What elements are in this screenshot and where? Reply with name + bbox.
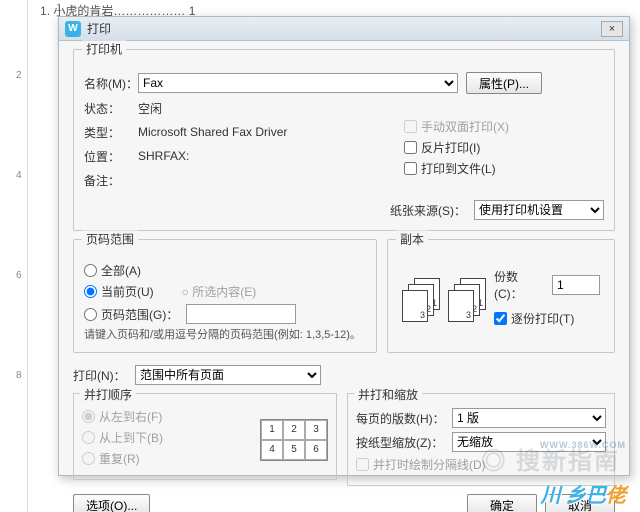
options-button[interactable]: 选项(O)... xyxy=(73,494,150,512)
label-print-scope: 打印(N)： xyxy=(73,367,135,384)
dialog-title: 打印 xyxy=(87,20,111,37)
chk-tofile[interactable]: 打印到文件(L) xyxy=(404,160,604,177)
chk-drawlines-input xyxy=(356,458,369,471)
group-range: 页码范围 全部(A) 当前页(U) ○ 所选内容(E) 页码范围(G)： 请键入… xyxy=(73,239,377,353)
order-keypad: 123 456 xyxy=(260,419,328,461)
close-button[interactable]: × xyxy=(601,21,623,37)
ok-button[interactable]: 确定 xyxy=(467,494,537,512)
properties-button[interactable]: 属性(P)... xyxy=(466,72,542,94)
chk-duplex-input[interactable] xyxy=(404,120,417,133)
label-all: 全部(A) xyxy=(101,262,141,279)
chk-collate[interactable]: 逐份打印(T) xyxy=(494,310,600,327)
watermark-url: WWW.386W.COM xyxy=(540,440,626,450)
radio-repeat xyxy=(82,452,95,465)
label-type: 类型： xyxy=(84,124,138,141)
label-copies: 份数(C)： xyxy=(494,268,544,302)
radio-all[interactable] xyxy=(84,264,97,277)
chk-duplex[interactable]: 手动双面打印(X) xyxy=(404,118,604,135)
per-sheet-select[interactable]: 1 版 xyxy=(452,408,606,428)
titlebar: W 打印 × xyxy=(59,17,629,41)
radio-selection: ○ 所选内容(E) xyxy=(182,283,257,300)
label-scale: 按纸型缩放(Z)： xyxy=(356,434,452,451)
label-current: 当前页(U) xyxy=(101,283,154,300)
collate-preview-2: 123 xyxy=(448,278,486,322)
label-pages: 页码范围(G)： xyxy=(101,306,178,323)
value-type: Microsoft Shared Fax Driver xyxy=(138,125,390,139)
pages-input[interactable] xyxy=(186,304,296,324)
label-where: 位置： xyxy=(84,148,138,165)
label-name: 名称(M)： xyxy=(84,75,138,92)
ruler-left: 2 4 6 8 xyxy=(18,0,28,512)
group-order: 并打顺序 从左到右(F) 从上到下(B) 重复(R) 123 456 xyxy=(73,393,337,480)
legend-printer: 打印机 xyxy=(82,41,126,58)
value-status: 空闲 xyxy=(138,100,390,117)
chk-invert-input[interactable] xyxy=(404,141,417,154)
paper-source-select[interactable]: 使用打印机设置 xyxy=(474,200,604,220)
radio-current[interactable] xyxy=(84,285,97,298)
app-icon: W xyxy=(65,21,81,37)
legend-copies: 副本 xyxy=(396,231,428,248)
chk-collate-input[interactable] xyxy=(494,312,507,325)
print-dialog: W 打印 × 打印机 名称(M)： Fax 属性(P)... 状态：空闲 xyxy=(58,16,630,476)
collate-preview-1: 123 xyxy=(402,278,440,322)
legend-range: 页码范围 xyxy=(82,231,138,248)
legend-scale: 并打和缩放 xyxy=(354,386,422,403)
range-hint: 请键入页码和/或用逗号分隔的页码范围(例如: 1,3,5-12)。 xyxy=(84,328,366,342)
group-copies: 副本 123 123 份数(C)： 逐 xyxy=(387,239,615,353)
radio-tb xyxy=(82,431,95,444)
label-per-sheet: 每页的版数(H)： xyxy=(356,410,452,427)
radio-lr xyxy=(82,410,95,423)
chk-invert[interactable]: 反片打印(I) xyxy=(404,139,604,156)
label-comment: 备注： xyxy=(84,172,138,189)
copies-input[interactable] xyxy=(552,275,600,295)
radio-pages[interactable] xyxy=(84,308,97,321)
cancel-button[interactable]: 取消 xyxy=(545,494,615,512)
printer-name-select[interactable]: Fax xyxy=(138,73,458,93)
label-paper-source: 纸张来源(S)： xyxy=(390,202,466,219)
group-printer: 打印机 名称(M)： Fax 属性(P)... 状态：空闲 类型：Microso… xyxy=(73,49,615,231)
legend-order: 并打顺序 xyxy=(80,386,136,403)
label-status: 状态： xyxy=(84,100,138,117)
chk-drawlines: 并打时绘制分隔线(D) xyxy=(356,456,606,473)
print-scope-select[interactable]: 范围中所有页面 xyxy=(135,365,321,385)
value-where: SHRFAX: xyxy=(138,149,390,163)
chk-tofile-input[interactable] xyxy=(404,162,417,175)
